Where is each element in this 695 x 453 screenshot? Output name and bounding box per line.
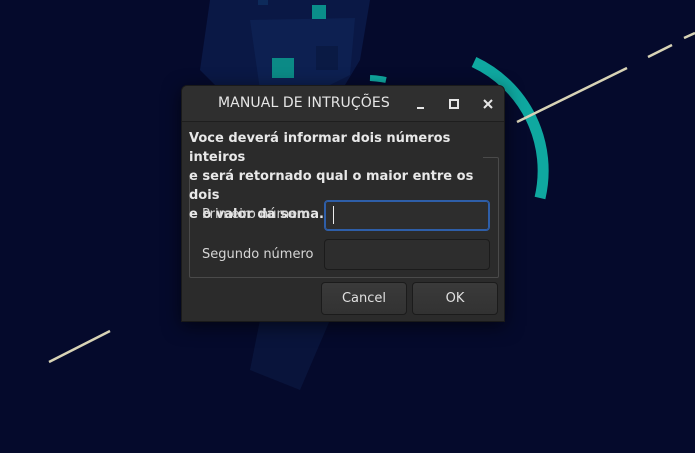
- cancel-button[interactable]: Cancel: [321, 282, 407, 315]
- maximize-icon: [449, 99, 459, 109]
- minimize-icon: [416, 107, 424, 109]
- dialog-titlebar[interactable]: MANUAL DE INTRUÇÕES: [182, 86, 504, 122]
- maximize-button[interactable]: [444, 94, 464, 114]
- close-button[interactable]: [478, 94, 498, 114]
- close-icon: [483, 99, 493, 109]
- text-cursor: [333, 206, 334, 224]
- second-number-input[interactable]: [324, 239, 490, 270]
- instructions-dialog: MANUAL DE INTRUÇÕES Voce deverá informar…: [181, 85, 505, 322]
- minimize-button[interactable]: [410, 94, 430, 114]
- second-number-label: Segundo número: [202, 247, 314, 262]
- first-number-label: Primeiro número: [202, 207, 311, 222]
- dialog-title: MANUAL DE INTRUÇÕES: [218, 95, 390, 111]
- ok-button[interactable]: OK: [412, 282, 498, 315]
- first-number-input[interactable]: [324, 200, 490, 231]
